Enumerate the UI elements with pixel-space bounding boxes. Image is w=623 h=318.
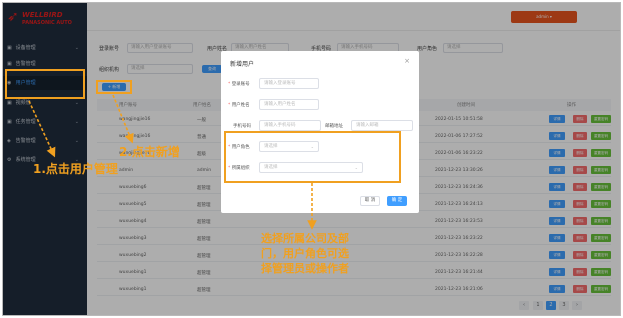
annotation-step1: 1.点击用户管理 [33,162,118,176]
annotation-step2: 2.点击新增 [119,145,180,159]
annotation-step3: 选择所属公司及部 门，用户角色可选 择管理员或操作者 [261,232,349,275]
arrow-step1 [28,100,56,158]
arrow-step2 [112,94,134,144]
app-frame: ➶ WELLBIRD PANASONIC AUTO ▣ 设备管理 ⌄ ▣ 告警管… [2,2,621,316]
